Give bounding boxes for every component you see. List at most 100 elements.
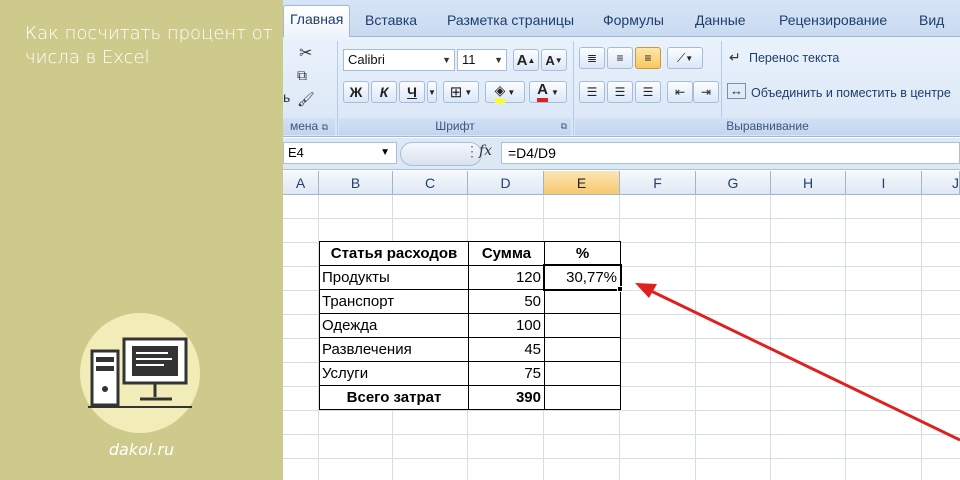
- align-center-button[interactable]: ☰: [607, 81, 633, 103]
- chevron-down-icon[interactable]: ▼: [380, 143, 390, 163]
- align-bottom-button[interactable]: ≡: [635, 47, 661, 69]
- table-total-label[interactable]: Всего затрат: [320, 386, 468, 410]
- font-group-label: Шрифт ⧉: [339, 118, 571, 135]
- formula-input[interactable]: =D4/D9: [501, 142, 960, 164]
- align-right-button[interactable]: ☰: [635, 81, 661, 103]
- name-box[interactable]: E4 ▼: [283, 142, 397, 164]
- dialog-launcher-icon[interactable]: ⧉: [322, 122, 328, 132]
- table-cell-item[interactable]: Развлечения: [319, 338, 467, 362]
- format-painter-icon[interactable]: 🖌: [297, 91, 315, 108]
- align-middle-icon: ≡: [616, 51, 624, 65]
- logo-circle: [80, 313, 200, 433]
- grid-line: [695, 195, 696, 480]
- column-header-j[interactable]: J: [922, 171, 960, 195]
- borders-button[interactable]: ⊞ ▼: [443, 81, 479, 103]
- column-header-a[interactable]: A: [283, 171, 319, 195]
- formula-bar: E4 ▼ ⋮ fx =D4/D9: [283, 138, 960, 170]
- grow-font-button[interactable]: A ▲: [513, 49, 539, 71]
- orientation-button[interactable]: ⟋ ▼: [667, 47, 703, 69]
- bold-button[interactable]: Ж: [343, 81, 369, 103]
- shrink-font-button[interactable]: A ▼: [541, 49, 567, 71]
- merge-center-icon: ↔: [727, 83, 746, 99]
- decrease-indent-button[interactable]: ⇤: [667, 81, 693, 103]
- excel-window: Главная Вставка Разметка страницы Формул…: [283, 0, 960, 480]
- align-top-button[interactable]: ≣: [579, 47, 605, 69]
- align-middle-button[interactable]: ≡: [607, 47, 633, 69]
- table-cell-sum[interactable]: 50: [469, 290, 544, 314]
- table-cell-percent[interactable]: [545, 314, 620, 338]
- dialog-launcher-icon[interactable]: ⧉: [561, 118, 567, 135]
- align-left-button[interactable]: ☰: [579, 81, 605, 103]
- column-header-e[interactable]: E: [544, 171, 620, 195]
- decrease-indent-icon: ⇤: [674, 85, 686, 99]
- table-cell-item[interactable]: Транспорт: [319, 290, 467, 314]
- tab-home[interactable]: Главная: [283, 5, 351, 37]
- font-color-button[interactable]: A ▼: [529, 81, 567, 103]
- text-orientation-icon: ⟋: [676, 50, 686, 65]
- table-cell-sum[interactable]: 45: [469, 338, 544, 362]
- ribbon: ✂ ⧉ 🖌 ь мена ⧉ Calibri ▼ 11 ▼ A ▲ A ▼ Ж К Ч …: [283, 37, 960, 137]
- table-cell-item[interactable]: Продукты: [319, 266, 467, 290]
- align-bottom-icon: ≡: [644, 51, 652, 65]
- underline-button[interactable]: Ч: [399, 81, 425, 103]
- increase-indent-button[interactable]: ⇥: [693, 81, 719, 103]
- table-header-item[interactable]: Статья расходов: [320, 242, 468, 266]
- column-header-h[interactable]: H: [771, 171, 846, 195]
- font-name-select[interactable]: Calibri ▼: [343, 49, 455, 71]
- chevron-down-icon: ▼: [494, 55, 503, 65]
- tab-review[interactable]: Рецензирование: [779, 8, 887, 32]
- table-total-sum[interactable]: 390: [469, 386, 544, 410]
- merge-center-button[interactable]: Объединить и поместить в центре: [751, 86, 951, 100]
- tab-view[interactable]: Вид: [919, 8, 944, 32]
- wrap-text-icon: ↵: [729, 49, 741, 65]
- underline-dropdown[interactable]: ▼: [427, 81, 437, 103]
- insert-function-icon[interactable]: fx: [479, 143, 492, 159]
- column-header-c[interactable]: C: [393, 171, 468, 195]
- left-banner: Как посчитать процент от числа в Excel d…: [0, 0, 283, 480]
- align-center-icon: ☰: [614, 85, 626, 99]
- table-header-sum[interactable]: Сумма: [469, 242, 544, 266]
- table-cell-percent[interactable]: [545, 290, 620, 314]
- fill-color-icon: ◈: [494, 82, 506, 103]
- table-cell-item[interactable]: Одежда: [319, 314, 467, 338]
- column-header-f[interactable]: F: [620, 171, 696, 195]
- banner-title: Как посчитать процент от числа в Excel: [25, 23, 273, 68]
- align-right-icon: ☰: [642, 85, 654, 99]
- paste-label-fragment: ь: [283, 89, 291, 105]
- group-separator: [337, 41, 338, 135]
- align-left-icon: ☰: [586, 85, 598, 99]
- cut-icon[interactable]: ✂: [299, 43, 312, 63]
- copy-icon[interactable]: ⧉: [297, 67, 307, 84]
- fill-color-button[interactable]: ◈ ▼: [485, 81, 525, 103]
- column-header-b[interactable]: B: [319, 171, 393, 195]
- alignment-group-label: Выравнивание: [575, 118, 960, 135]
- group-separator: [573, 41, 574, 135]
- wrap-text-button[interactable]: Перенос текста: [749, 51, 839, 65]
- column-header-g[interactable]: G: [696, 171, 771, 195]
- table-cell-sum[interactable]: 75: [469, 362, 544, 386]
- computer-icon: [88, 337, 192, 408]
- table-cell-percent[interactable]: [545, 362, 620, 386]
- active-cell-selection: [543, 264, 622, 291]
- table-cell-sum[interactable]: 100: [469, 314, 544, 338]
- grid-line: [770, 195, 771, 480]
- table-cell-sum[interactable]: 120: [469, 266, 544, 290]
- formula-separator-icon: ⋮: [465, 143, 479, 159]
- tab-insert[interactable]: Вставка: [365, 8, 417, 32]
- tab-page-layout[interactable]: Разметка страницы: [447, 8, 574, 32]
- fill-handle[interactable]: [617, 286, 623, 292]
- table-cell-item[interactable]: Услуги: [319, 362, 467, 386]
- align-top-icon: ≣: [586, 51, 598, 65]
- table-header-percent[interactable]: %: [545, 242, 620, 266]
- chevron-down-icon: ▼: [442, 55, 451, 65]
- column-header-d[interactable]: D: [468, 171, 544, 195]
- increase-indent-icon: ⇥: [700, 85, 712, 99]
- table-cell-percent[interactable]: [545, 338, 620, 362]
- tab-data[interactable]: Данные: [695, 8, 746, 32]
- grid-line: [845, 195, 846, 480]
- font-size-select[interactable]: 11 ▼: [457, 49, 507, 71]
- italic-button[interactable]: К: [371, 81, 397, 103]
- tab-formulas[interactable]: Формулы: [603, 8, 664, 32]
- column-header-i[interactable]: I: [846, 171, 922, 195]
- ribbon-tabs: Главная Вставка Разметка страницы Формул…: [283, 0, 960, 37]
